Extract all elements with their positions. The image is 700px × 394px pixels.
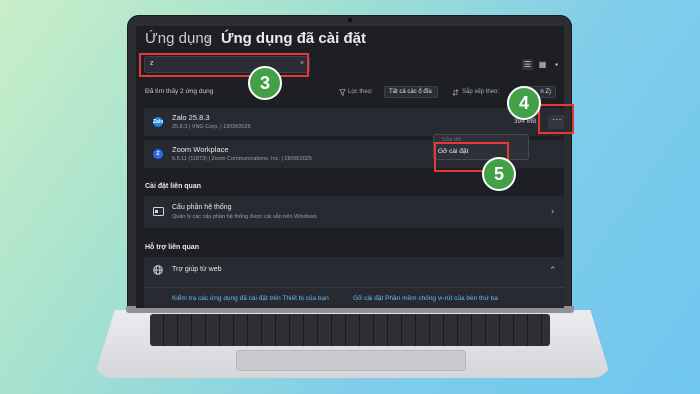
chevron-right-icon: ›	[551, 206, 554, 216]
zoom-app-icon: Z	[153, 149, 163, 159]
breadcrumb-root[interactable]: Ứng dụng	[145, 30, 212, 47]
search-highlight-box	[139, 53, 309, 77]
list-view-icon[interactable]: ☰	[522, 59, 533, 70]
step-4-badge: 4	[507, 86, 541, 120]
help-link-uninstall-antivirus[interactable]: Gỡ cài đặt Phần mềm chống vi-rút của bên…	[353, 295, 498, 302]
help-link-installed-apps[interactable]: Kiểm tra các ứng dụng đã cài đặt trên Th…	[172, 295, 329, 302]
step-3-badge: 3	[248, 66, 282, 100]
filter-label: Lọc theo:	[348, 89, 373, 95]
app-name: Zoom Workplace	[172, 145, 229, 154]
web-help-card[interactable]: Trợ giúp từ web ⌃ Kiểm tra các ứng dụng …	[144, 257, 564, 308]
keyboard	[150, 314, 550, 346]
step-5-badge: 5	[482, 157, 516, 191]
divider	[144, 287, 564, 288]
chevron-up-icon[interactable]: ⌃	[549, 265, 557, 276]
trackpad	[236, 350, 466, 371]
page-title: Ứng dụng đã cài đặt	[221, 30, 366, 47]
sort-icon	[452, 89, 459, 96]
filter-dropdown[interactable]: Tất cả các ổ đĩa	[384, 86, 438, 98]
tile-view-icon[interactable]: ▪	[551, 59, 562, 70]
app-meta: 6.5.11 (11873) | Zoom Communications, In…	[172, 156, 312, 162]
web-help-title: Trợ giúp từ web	[172, 266, 222, 273]
sort-label: Sắp xếp theo:	[462, 89, 500, 95]
app-meta: 25.8.3 | VNG Corp. | 18/09/2025	[172, 124, 251, 130]
system-components-subtitle: Quản lý các cấu phần hệ thống được cài s…	[172, 214, 317, 220]
camera-dot	[348, 18, 352, 22]
related-settings-heading: Cài đặt liên quan	[145, 183, 202, 190]
system-components-title: Cấu phần hệ thống	[172, 204, 232, 211]
globe-icon	[153, 265, 163, 275]
filter-icon	[339, 89, 346, 96]
system-components-row[interactable]: Cấu phần hệ thống Quản lý các cấu phần h…	[144, 196, 564, 228]
app-row-zalo[interactable]: Zalo Zalo 25.8.3 25.8.3 | VNG Corp. | 18…	[144, 108, 564, 136]
zalo-app-icon: Zalo	[153, 117, 164, 127]
breadcrumb-separator: ›	[206, 31, 211, 46]
more-button-highlight-box	[538, 104, 574, 134]
results-count: Đã tìm thấy 2 ứng dụng	[145, 88, 214, 95]
related-support-heading: Hỗ trợ liên quan	[145, 244, 199, 251]
system-components-icon	[153, 207, 164, 216]
app-name: Zalo 25.8.3	[172, 113, 210, 122]
grid-view-icon[interactable]: ▦	[537, 59, 548, 70]
